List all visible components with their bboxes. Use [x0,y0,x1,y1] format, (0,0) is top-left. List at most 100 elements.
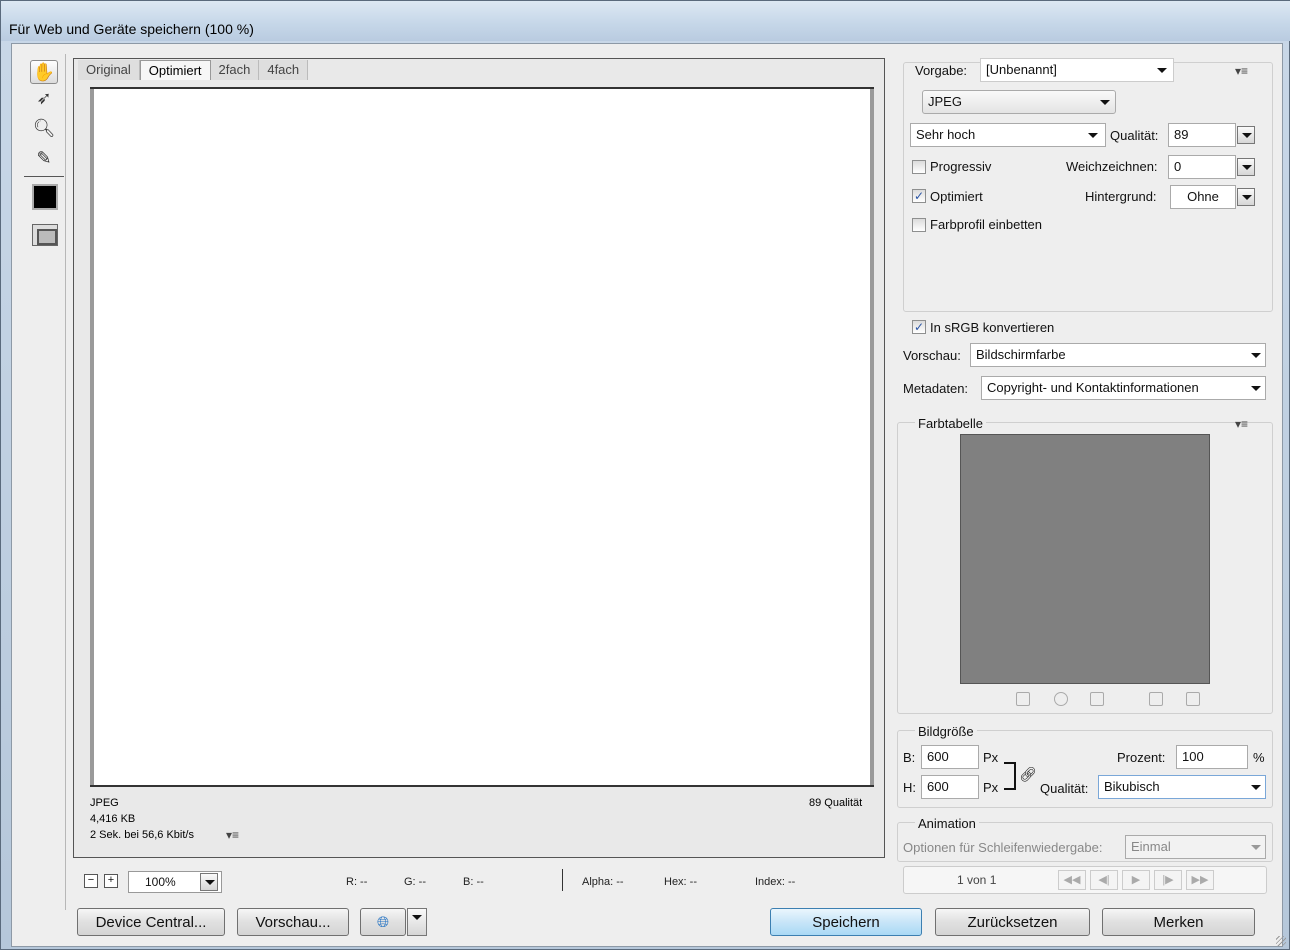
tab-4up[interactable]: 4fach [259,60,309,80]
toolbox-divider [24,176,64,177]
hex-readout: Hex: -- [664,876,697,888]
first-frame-icon[interactable]: ◀◀ [1058,870,1086,890]
browser-preview-button[interactable]: 🌐︎ [360,908,406,936]
red-readout: R: -- [346,876,368,888]
hand-tool-icon[interactable]: ✋ [30,60,58,84]
format-select[interactable]: JPEG [922,90,1116,114]
green-readout: G: -- [404,876,426,888]
zoom-tool-icon[interactable]: 🔍︎ [30,116,58,140]
metadata-chevron-down-icon [1251,386,1261,391]
convert-srgb-label: In sRGB konvertieren [930,320,1055,335]
window-title: Für Web und Geräte speichern (100 %) [9,21,254,37]
width-unit: Px [983,750,999,765]
blur-input[interactable]: 0 [1168,155,1236,179]
preview-mode-chevron-down-icon [1251,353,1261,358]
optimize-menu-icon[interactable]: ▾≡ [1235,64,1248,78]
optimized-label: Optimiert [930,189,983,204]
quality-preset-chevron-down-icon [1088,133,1098,138]
preview-button[interactable]: Vorschau... [237,908,349,936]
metadata-value: Copyright- und Kontaktinformationen [987,380,1199,395]
constrain-bracket [1004,762,1016,790]
new-color-icon[interactable] [1149,692,1163,706]
image-preview-canvas[interactable] [90,87,874,787]
tab-2up[interactable]: 2fach [210,60,260,80]
quality-value: 89 [1174,127,1189,142]
remember-button[interactable]: Merken [1102,908,1255,936]
trash-icon[interactable] [1186,692,1200,706]
map-to-transparent-icon[interactable] [1016,692,1030,706]
chain-link-icon[interactable]: 🔗︎ [1019,766,1037,783]
embed-profile-label: Farbprofil einbetten [930,217,1043,232]
percent-label: Prozent: [1117,750,1166,765]
width-label: B: [903,750,916,765]
height-value: 600 [927,779,949,794]
matte-select[interactable]: Ohne [1170,185,1236,209]
quality-preset-select[interactable]: Sehr hoch [910,123,1106,147]
blue-readout: B: -- [463,876,484,888]
preview-mode-select[interactable]: Bildschirmfarbe [970,343,1266,367]
quality-label: Qualität: [1110,128,1159,143]
play-icon[interactable]: ▶ [1122,870,1150,890]
progressive-label: Progressiv [930,159,992,174]
zoom-level-value: 100% [145,875,176,889]
preset-value: [Unbenannt] [986,62,1057,77]
preset-label: Vorgabe: [915,63,968,78]
loop-options-select[interactable]: Einmal [1125,835,1266,859]
loop-options-label: Optionen für Schleifenwiedergabe: [903,840,1103,855]
format-value: JPEG [928,94,962,109]
percent-sign: % [1253,750,1265,765]
eyedropper-color-swatch[interactable] [32,184,58,210]
matte-label: Hintergrund: [1085,189,1157,204]
blur-slider-button[interactable] [1237,158,1255,176]
reset-button[interactable]: Zurücksetzen [935,908,1090,936]
toolbox [16,54,66,910]
embed-profile-checkbox[interactable] [912,218,926,232]
lock-color-icon[interactable] [1090,692,1104,706]
previous-frame-icon[interactable]: ◀| [1090,870,1118,890]
device-central-button[interactable]: Device Central... [77,908,225,936]
download-time-menu-icon[interactable]: ▾≡ [226,828,239,842]
blur-value: 0 [1174,159,1182,174]
color-table-menu-icon[interactable]: ▾≡ [1235,417,1248,431]
height-unit: Px [983,780,999,795]
toggle-slices-visibility-icon[interactable] [32,224,58,246]
index-readout: Index: -- [755,876,796,888]
percent-input[interactable]: 100 [1176,745,1248,769]
title-bar[interactable]: Für Web und Geräte speichern (100 %) [1,1,1290,41]
preview-mode-value: Bildschirmfarbe [976,347,1066,362]
zoom-in-button[interactable]: + [104,874,118,888]
browser-preview-dropdown[interactable] [407,908,427,936]
matte-dropdown-button[interactable] [1237,188,1255,206]
convert-srgb-checkbox[interactable]: ✓ [912,320,926,334]
resample-quality-chevron-down-icon [1251,785,1261,790]
preview-quality: 89 Qualität [809,797,863,809]
preset-select[interactable]: [Unbenannt] [980,58,1174,82]
view-tabs: Original Optimiert 2fach 4fach [78,60,309,80]
preview-file-size: 4,416 KB [90,813,136,825]
resample-quality-label: Qualität: [1040,781,1089,796]
height-input[interactable]: 600 [921,775,979,799]
resize-grip[interactable] [1276,936,1286,946]
tab-original[interactable]: Original [78,60,140,80]
zoom-dropdown-button[interactable] [200,873,218,891]
save-button[interactable]: Speichern [770,908,922,936]
loop-options-chevron-down-icon [1251,845,1261,850]
tab-optimized[interactable]: Optimiert [139,60,211,80]
quality-input[interactable]: 89 [1168,123,1236,147]
last-frame-icon[interactable]: ▶▶ [1186,870,1214,890]
resample-quality-select[interactable]: Bikubisch [1098,775,1266,799]
eyedropper-tool-icon[interactable]: ✎ [30,146,58,170]
metadata-select[interactable]: Copyright- und Kontaktinformationen [981,376,1266,400]
optimized-checkbox[interactable]: ✓ [912,189,926,203]
width-input[interactable]: 600 [921,745,979,769]
blur-label: Weichzeichnen: [1066,159,1158,174]
web-shift-icon[interactable] [1054,692,1068,706]
slice-select-tool-icon[interactable]: ➶ [30,86,58,110]
zoom-out-button[interactable]: − [84,874,98,888]
preview-download-time: 2 Sek. bei 56,6 Kbit/s [90,829,194,841]
quality-slider-button[interactable] [1237,126,1255,144]
progressive-checkbox[interactable] [912,160,926,174]
color-table-swatches[interactable] [960,434,1210,684]
next-frame-icon[interactable]: |▶ [1154,870,1182,890]
quality-preset-value: Sehr hoch [916,127,976,142]
